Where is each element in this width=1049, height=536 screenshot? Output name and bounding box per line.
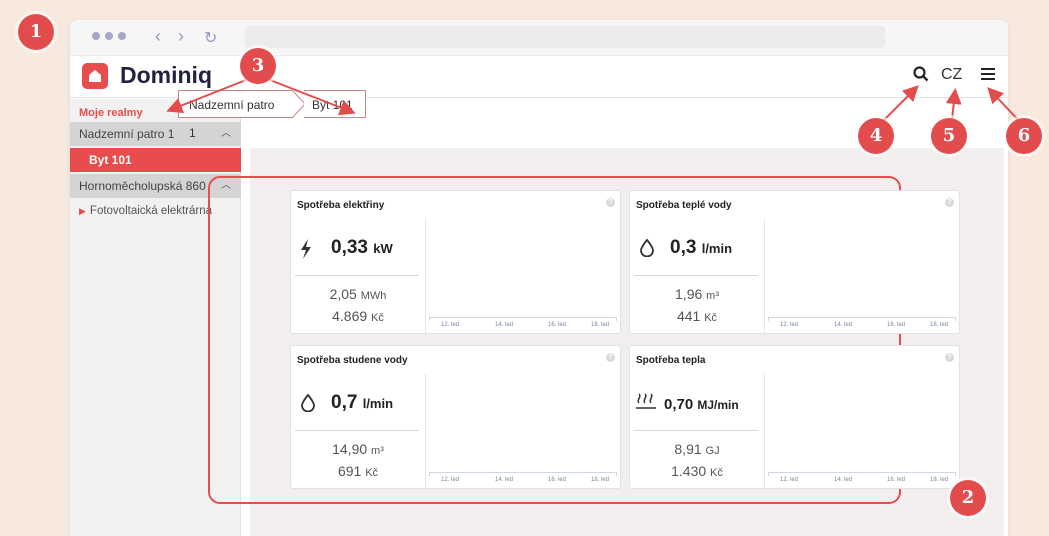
sidebar-group-nadzemni-patro[interactable]: Nadzemní patro 1 ︿ (70, 122, 241, 146)
axis-label: 18. led (930, 477, 949, 483)
annotation-badge-4: 4 (858, 118, 894, 154)
divider (634, 275, 758, 276)
divider (634, 430, 758, 431)
axis-label: 14. led (495, 477, 514, 483)
hamburger-menu-icon[interactable] (981, 68, 995, 80)
chart-x-axis (768, 472, 956, 473)
axis-tick (616, 472, 617, 476)
window-dot[interactable] (118, 32, 126, 40)
card-title: Spotřeba teplé vody (636, 200, 732, 211)
divider (295, 430, 419, 431)
heat-icon (636, 393, 656, 409)
axis-label: 18. led (930, 322, 949, 328)
breadcrumb-item-nadzemni-patro[interactable]: Nadzemní patro 1 (178, 90, 293, 140)
card-heat: Spotřeba tepla ? 0,70 MJ/min 8,91 GJ 1.4… (629, 345, 960, 490)
water-drop-icon (301, 394, 315, 412)
annotation-badge-1: 1 (18, 14, 54, 50)
window-controls[interactable] (92, 32, 126, 40)
card-cost-total: 441 Kč (676, 308, 718, 324)
chart-x-axis (429, 317, 617, 318)
sidebar-group-label: Nadzemní patro 1 (79, 127, 175, 141)
card-energy-total: 2,05 MWh (329, 286, 387, 302)
annotation-badge-2: 2 (950, 480, 986, 516)
axis-label: 16. led (548, 322, 567, 328)
forward-icon[interactable]: › (178, 26, 184, 47)
axis-label: 14. led (834, 322, 853, 328)
axis-tick (616, 317, 617, 321)
card-cost-total: 691 Kč (337, 463, 379, 479)
chart-x-axis (429, 472, 617, 473)
axis-tick (955, 317, 956, 321)
lightning-icon (301, 239, 311, 259)
card-title: Spotřeba studene vody (297, 355, 408, 366)
card-title: Spotřeba tepla (636, 355, 706, 366)
help-icon[interactable]: ? (945, 198, 954, 207)
card-cost-total: 4.869 Kč (332, 308, 384, 324)
card-cold-water: Spotřeba studene vody ? 0,7 l/min 14,90 … (290, 345, 621, 490)
card-electricity: Spotřeba elektřiny ? 0,33 kW 2,05 MWh 4.… (290, 190, 621, 335)
card-title: Spotřeba elektřiny (297, 200, 385, 211)
breadcrumb-item-byt-101[interactable]: Byt 101 (304, 90, 366, 118)
divider (764, 374, 765, 490)
chevron-up-icon[interactable]: ︿ (221, 122, 231, 146)
chart-x-axis (768, 317, 956, 318)
axis-label: 12. led (780, 322, 799, 328)
sidebar-item-label: Fotovoltaická elektrárna (89, 205, 213, 217)
axis-label: 12. led (441, 477, 460, 483)
card-cost-total: 1.430 Kč (671, 463, 723, 479)
window-dot[interactable] (92, 32, 100, 40)
annotation-badge-3: 3 (240, 48, 276, 84)
divider (295, 275, 419, 276)
sidebar-item-byt-101[interactable]: Byt 101 (70, 148, 241, 172)
card-main-value: 0,70 MJ/min (664, 396, 739, 413)
divider (425, 219, 426, 335)
axis-tick (429, 472, 430, 476)
axis-tick (955, 472, 956, 476)
water-drop-icon (640, 239, 654, 257)
annotation-badge-6: 6 (1006, 118, 1042, 154)
address-bar[interactable] (245, 26, 885, 48)
language-switcher[interactable]: CZ (941, 66, 962, 84)
sidebar-group-label: Hornoměcholupská 860 (79, 179, 206, 193)
card-main-value: 0,3 l/min (670, 237, 733, 258)
app-logo-text: Dominiq (120, 62, 212, 88)
axis-label: 14. led (495, 322, 514, 328)
card-volume-total: 1,96 m³ (675, 286, 719, 302)
axis-tick (768, 317, 769, 321)
axis-label: 16. led (887, 322, 906, 328)
card-hot-water: Spotřeba teplé vody ? 0,3 l/min 1,96 m³ … (629, 190, 960, 335)
axis-label: 18. led (591, 477, 610, 483)
back-icon[interactable]: ‹ (155, 26, 161, 47)
browser-toolbar: ‹ › ↻ (70, 20, 1008, 56)
triangle-right-icon: ▶ (79, 206, 86, 216)
axis-label: 14. led (834, 477, 853, 483)
card-volume-total: 14,90 m³ (332, 441, 384, 457)
help-icon[interactable]: ? (945, 353, 954, 362)
card-main-value: 0,33 kW (331, 237, 393, 258)
sidebar-title: Moje realmy (79, 107, 143, 119)
card-main-value: 0,7 l/min (331, 392, 394, 413)
axis-label: 12. led (441, 322, 460, 328)
annotation-badge-5: 5 (931, 118, 967, 154)
reload-icon[interactable]: ↻ (204, 28, 217, 48)
axis-tick (429, 317, 430, 321)
help-icon[interactable]: ? (606, 353, 615, 362)
divider (425, 374, 426, 490)
axis-label: 16. led (548, 477, 567, 483)
card-energy-total: 8,91 GJ (674, 441, 720, 457)
logo-icon (82, 63, 108, 89)
axis-label: 12. led (780, 477, 799, 483)
window-dot[interactable] (105, 32, 113, 40)
divider (764, 219, 765, 335)
axis-label: 18. led (591, 322, 610, 328)
help-icon[interactable]: ? (606, 198, 615, 207)
axis-label: 16. led (887, 477, 906, 483)
sidebar-item-label: Byt 101 (89, 153, 132, 167)
axis-tick (768, 472, 769, 476)
search-icon[interactable] (913, 66, 929, 82)
